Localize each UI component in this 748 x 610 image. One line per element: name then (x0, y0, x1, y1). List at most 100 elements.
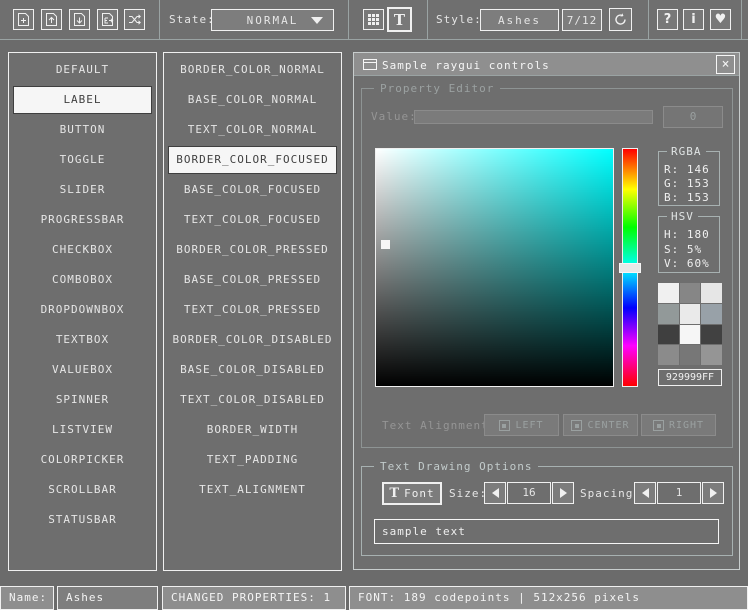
list-item-base_color_disabled[interactable]: BASE_COLOR_DISABLED (168, 356, 337, 384)
reload-style-button[interactable] (609, 8, 632, 31)
list-item-text_padding[interactable]: TEXT_PADDING (168, 446, 337, 474)
list-item-scrollbar[interactable]: SCROLLBAR (13, 476, 152, 504)
style-name-input[interactable]: Ashes (57, 586, 158, 610)
text-drawing-options-label: Text Drawing Options (374, 460, 538, 473)
list-item-border_color_normal[interactable]: BORDER_COLOR_NORMAL (168, 56, 337, 84)
list-item-border_color_disabled[interactable]: BORDER_COLOR_DISABLED (168, 326, 337, 354)
list-item-label[interactable]: LABEL (13, 86, 152, 114)
hue-bar[interactable] (622, 148, 638, 387)
shuffle-icon (127, 12, 142, 27)
state-dropdown[interactable]: NORMAL (211, 9, 334, 31)
state-label: State: (169, 13, 215, 26)
spacing-value-box[interactable]: 1 (657, 482, 701, 504)
text-tool-icon: T (394, 11, 405, 29)
arrow-right-icon (560, 488, 567, 498)
color-swatch-98a1a8[interactable] (701, 304, 722, 324)
text-edit-toggle[interactable]: T (387, 7, 412, 32)
color-swatch-eaeaea[interactable] (680, 304, 701, 324)
align-left-button[interactable]: LEFT (484, 414, 559, 436)
sample-controls-window: Sample raygui controls × Property Editor… (353, 52, 740, 570)
hex-color-box[interactable]: 929999FF (658, 369, 722, 386)
spacing-label: Spacing: (580, 487, 641, 500)
size-value-box[interactable]: 16 (507, 482, 551, 504)
style-combobox[interactable]: Ashes (480, 9, 559, 31)
value-slider[interactable] (414, 110, 653, 124)
window-titlebar[interactable]: Sample raygui controls × (354, 53, 739, 76)
list-item-valuebox[interactable]: VALUEBOX (13, 356, 152, 384)
color-swatch-959595[interactable] (701, 345, 722, 365)
color-swatch-8b8b8b[interactable] (658, 345, 679, 365)
info-button[interactable]: i (683, 9, 704, 30)
list-item-dropdownbox[interactable]: DROPDOWNBOX (13, 296, 152, 324)
font-info-status: FONT: 189 codepoints | 512x256 pixels (349, 586, 748, 610)
open-file-icon (44, 12, 59, 27)
list-item-base_color_pressed[interactable]: BASE_COLOR_PRESSED (168, 266, 337, 294)
spacing-decrease-button[interactable] (634, 482, 656, 504)
state-dropdown-value: NORMAL (247, 14, 299, 27)
list-item-default[interactable]: DEFAULT (13, 56, 152, 84)
list-item-text_color_normal[interactable]: TEXT_COLOR_NORMAL (168, 116, 337, 144)
sample-text-input[interactable]: sample text (374, 519, 719, 544)
style-counter-button[interactable]: 7/12 (562, 9, 602, 31)
spacing-increase-button[interactable] (702, 482, 724, 504)
hue-slider-handle[interactable] (619, 263, 641, 273)
export-file-button[interactable] (97, 9, 118, 30)
list-item-base_color_focused[interactable]: BASE_COLOR_FOCUSED (168, 176, 337, 204)
arrow-right-icon (710, 488, 717, 498)
list-item-listview[interactable]: LISTVIEW (13, 416, 152, 444)
save-file-button[interactable] (69, 9, 90, 30)
size-increase-button[interactable] (552, 482, 574, 504)
list-item-text_color_pressed[interactable]: TEXT_COLOR_PRESSED (168, 296, 337, 324)
align-center-button[interactable]: CENTER (563, 414, 638, 436)
list-item-border_color_pressed[interactable]: BORDER_COLOR_PRESSED (168, 236, 337, 264)
color-swatch-f0f0f0[interactable] (658, 283, 679, 303)
toolbar-divider (348, 0, 349, 40)
list-item-combobox[interactable]: COMBOBOX (13, 266, 152, 294)
size-decrease-button[interactable] (484, 482, 506, 504)
list-item-colorpicker[interactable]: COLORPICKER (13, 446, 152, 474)
list-item-textbox[interactable]: TEXTBOX (13, 326, 152, 354)
close-button[interactable]: × (716, 55, 735, 74)
rgba-r-value: R: 146 (664, 163, 710, 176)
grid-view-button[interactable] (363, 9, 384, 30)
color-swatch-868686[interactable] (680, 283, 701, 303)
list-item-border_width[interactable]: BORDER_WIDTH (168, 416, 337, 444)
value-box[interactable]: 0 (663, 106, 723, 128)
color-picker-cursor[interactable] (381, 240, 390, 249)
list-item-slider[interactable]: SLIDER (13, 176, 152, 204)
align-right-button[interactable]: RIGHT (641, 414, 716, 436)
list-item-toggle[interactable]: TOGGLE (13, 146, 152, 174)
random-style-button[interactable] (124, 9, 145, 30)
saturation-value-gradient[interactable] (376, 149, 613, 386)
list-item-text_alignment[interactable]: TEXT_ALIGNMENT (168, 476, 337, 504)
font-button[interactable]: T Font (382, 482, 442, 505)
list-item-base_color_normal[interactable]: BASE_COLOR_NORMAL (168, 86, 337, 114)
color-picker-panel[interactable] (375, 148, 614, 387)
list-item-border_color_focused[interactable]: BORDER_COLOR_FOCUSED (168, 146, 337, 174)
list-item-progressbar[interactable]: PROGRESSBAR (13, 206, 152, 234)
reload-icon (613, 12, 628, 27)
style-counter-value: 7/12 (567, 14, 598, 27)
color-swatch-777777[interactable] (680, 345, 701, 365)
new-file-button[interactable] (13, 9, 34, 30)
list-item-button[interactable]: BUTTON (13, 116, 152, 144)
hsv-v-value: V: 60% (664, 257, 710, 270)
color-swatch-929999[interactable] (658, 304, 679, 324)
list-item-text_color_focused[interactable]: TEXT_COLOR_FOCUSED (168, 206, 337, 234)
properties-listview: BORDER_COLOR_NORMALBASE_COLOR_NORMALTEXT… (163, 52, 342, 571)
arrow-left-icon (492, 488, 499, 498)
list-item-text_color_disabled[interactable]: TEXT_COLOR_DISABLED (168, 386, 337, 414)
help-button[interactable]: ? (657, 9, 678, 30)
toolbar-divider (427, 0, 428, 40)
controls-listview: DEFAULTLABELBUTTONTOGGLESLIDERPROGRESSBA… (8, 52, 157, 571)
list-item-checkbox[interactable]: CHECKBOX (13, 236, 152, 264)
color-swatch-e6e6e6[interactable] (701, 283, 722, 303)
list-item-spinner[interactable]: SPINNER (13, 386, 152, 414)
color-swatch-414141[interactable] (701, 325, 722, 345)
color-swatch-f6f6f6[interactable] (680, 325, 701, 345)
color-swatch-3f3f3f[interactable] (658, 325, 679, 345)
open-file-button[interactable] (41, 9, 62, 30)
chevron-down-icon (311, 17, 323, 24)
list-item-statusbar[interactable]: STATUSBAR (13, 506, 152, 534)
sponsor-button[interactable]: ♥ (710, 9, 731, 30)
